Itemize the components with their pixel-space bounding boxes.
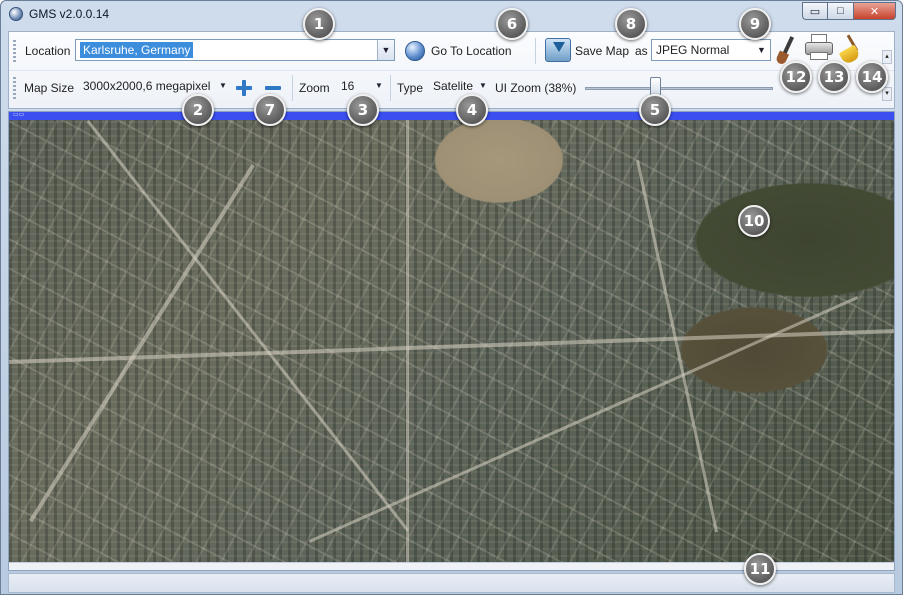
- callout-2: 2: [182, 94, 214, 126]
- map-road: [29, 163, 255, 523]
- callout-14: 14: [856, 61, 888, 93]
- toolbar-scroll-up[interactable]: ▴: [882, 50, 892, 64]
- toolbar-area: Location Karlsruhe, Germany ▼ Go To Loca…: [8, 31, 895, 109]
- callout-7: 7: [254, 94, 286, 126]
- map-top-bar: ▭▭: [9, 112, 894, 120]
- save-map-button[interactable]: Save Map: [575, 44, 629, 58]
- map-top-bar-label: ▭▭: [13, 112, 25, 118]
- type-label: Type: [397, 81, 424, 95]
- callout-5: 5: [639, 94, 671, 126]
- chevron-down-icon[interactable]: ▼: [373, 76, 385, 96]
- location-combobox[interactable]: Karlsruhe, Germany ▼: [75, 39, 395, 61]
- format-combobox[interactable]: JPEG Normal ▼: [651, 39, 771, 61]
- ui-zoom-label: UI Zoom (38%): [495, 81, 577, 95]
- separator: [390, 75, 391, 101]
- window-title: GMS v2.0.0.14: [29, 7, 110, 21]
- goto-location-button[interactable]: Go To Location: [431, 44, 512, 58]
- location-label: Location: [25, 44, 71, 58]
- toolbar-row-settings: Map Size 3000x2000,6 megapixel ▼ Zoom 16…: [9, 70, 894, 104]
- callout-9: 9: [739, 8, 771, 40]
- callout-8: 8: [615, 8, 647, 40]
- zoom-label: Zoom: [299, 81, 330, 95]
- chevron-down-icon[interactable]: ▼: [217, 76, 229, 96]
- broom-icon[interactable]: [837, 34, 865, 66]
- callout-3: 3: [347, 94, 379, 126]
- satellite-map-image[interactable]: [9, 120, 894, 570]
- map-road: [636, 160, 719, 533]
- callout-4: 4: [456, 94, 488, 126]
- location-value[interactable]: Karlsruhe, Germany: [80, 42, 194, 58]
- zoom-in-plus-icon[interactable]: [236, 80, 252, 96]
- mapsize-combobox[interactable]: 3000x2000,6 megapixel ▼: [79, 76, 229, 98]
- maximize-button[interactable]: □: [828, 2, 854, 20]
- close-button[interactable]: ✕: [854, 2, 896, 20]
- toolbar-row-location: Location Karlsruhe, Germany ▼ Go To Loca…: [9, 34, 894, 68]
- callout-10: 10: [738, 205, 770, 237]
- zoom-value[interactable]: 16: [341, 79, 354, 93]
- map-road: [406, 120, 409, 570]
- app-globe-icon: [9, 7, 23, 21]
- callout-6: 6: [496, 8, 528, 40]
- toolbar-grip[interactable]: [13, 77, 16, 99]
- save-download-icon[interactable]: [545, 38, 571, 62]
- minimize-button[interactable]: ▭: [802, 2, 828, 20]
- type-value[interactable]: Satelite: [433, 79, 473, 93]
- printer-icon[interactable]: [805, 34, 833, 60]
- toolbar-grip[interactable]: [13, 40, 16, 62]
- ui-zoom-slider-track[interactable]: [585, 87, 773, 90]
- chevron-down-icon[interactable]: ▼: [377, 40, 394, 60]
- chevron-down-icon[interactable]: ▼: [753, 40, 770, 60]
- mapsize-value[interactable]: 3000x2000,6 megapixel: [83, 79, 210, 93]
- map-road: [86, 120, 410, 532]
- type-combobox[interactable]: Satelite ▼: [429, 76, 489, 98]
- separator: [535, 38, 536, 64]
- goto-globe-icon[interactable]: [405, 41, 425, 61]
- format-value[interactable]: JPEG Normal: [656, 43, 729, 57]
- window-controls: ▭ □ ✕: [802, 2, 896, 20]
- mapsize-label: Map Size: [24, 81, 75, 95]
- callout-1: 1: [303, 8, 335, 40]
- app-window: GMS v2.0.0.14 ▭ □ ✕ Location Karlsruhe, …: [0, 0, 903, 595]
- map-viewport[interactable]: ▭▭: [8, 111, 895, 571]
- callout-12: 12: [780, 61, 812, 93]
- toolbar-scroll-down[interactable]: ▾: [882, 87, 892, 101]
- callout-11: 11: [744, 553, 776, 585]
- separator: [292, 75, 293, 101]
- callout-13: 13: [818, 61, 850, 93]
- chevron-down-icon[interactable]: ▼: [477, 76, 489, 96]
- as-label: as: [635, 44, 648, 58]
- map-road: [309, 295, 859, 543]
